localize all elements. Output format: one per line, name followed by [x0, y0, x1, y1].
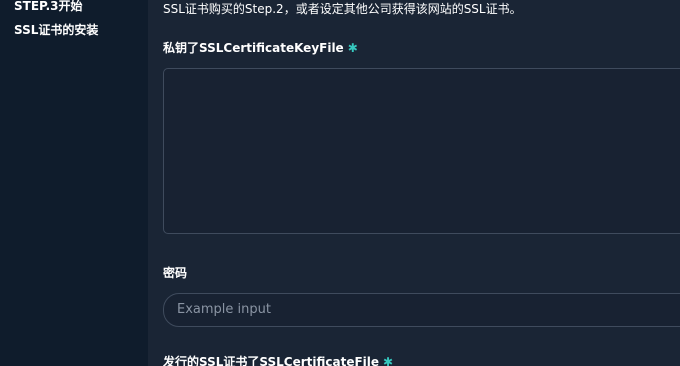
sidebar: STEP.3开始 SSL证书的安装	[0, 0, 148, 366]
private-key-label-text: 私钥了SSLCertificateKeyFile	[163, 41, 344, 55]
private-key-textarea[interactable]	[163, 68, 680, 234]
certificate-label: 发行的SSL证书了SSLCertificateFile ✱	[163, 354, 393, 366]
form-description: SSL证书购买的Step.2，或者设定其他公司获得该网站的SSL证书。	[163, 2, 522, 16]
password-label: 密码	[163, 266, 188, 280]
required-asterisk-icon: ✱	[347, 41, 358, 55]
sidebar-item-ssl-install[interactable]: SSL证书的安装	[14, 22, 98, 38]
password-input[interactable]: Example input	[163, 293, 680, 327]
certificate-label-text: 发行的SSL证书了SSLCertificateFile	[163, 355, 380, 366]
app-root: STEP.3开始 SSL证书的安装 SSL证书购买的Step.2，或者设定其他公…	[0, 0, 680, 366]
required-asterisk-icon-2: ✱	[383, 355, 394, 366]
private-key-label: 私钥了SSLCertificateKeyFile ✱	[163, 40, 358, 56]
ssl-form-panel: SSL证书购买的Step.2，或者设定其他公司获得该网站的SSL证书。 私钥了S…	[148, 0, 680, 366]
sidebar-item-step3[interactable]: STEP.3开始	[14, 0, 83, 14]
